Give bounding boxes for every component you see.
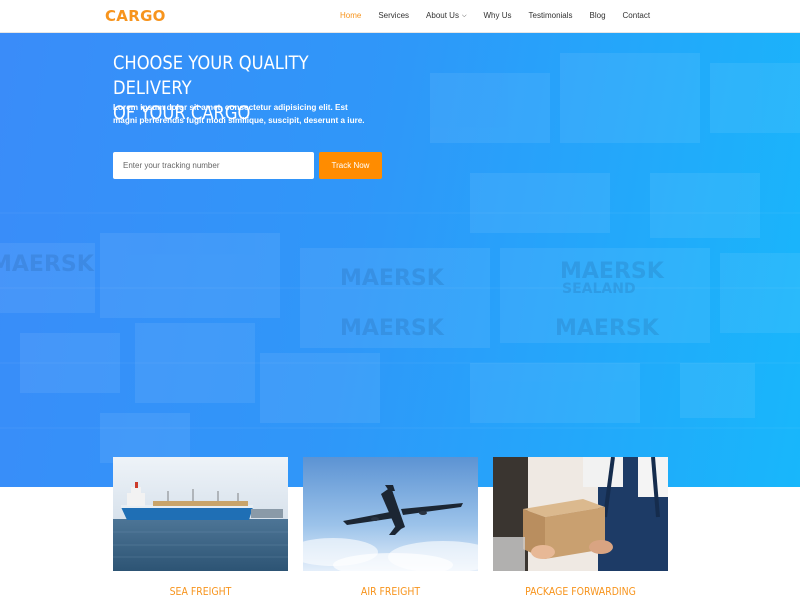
- chevron-down-icon: ⌵: [461, 13, 467, 19]
- nav-item-why-us[interactable]: Why Us: [484, 11, 512, 21]
- nav-item-contact[interactable]: Contact: [623, 11, 651, 21]
- main-nav: Home Services About Us ⌵ Why Us Testimoni…: [340, 11, 650, 21]
- bg-word-5: MAERSK: [0, 252, 95, 277]
- service-title-package-forwarding: PACKAGE FORWARDING: [525, 585, 636, 598]
- hero-description: Lorem ipsum dolor sit amet, consectetur …: [113, 103, 365, 125]
- site-logo[interactable]: CARGO: [105, 7, 166, 25]
- nav-item-testimonials[interactable]: Testimonials: [529, 11, 573, 21]
- airplane-image: [303, 457, 478, 571]
- bg-word-1: MAERSK: [340, 266, 445, 291]
- service-card-package-forwarding[interactable]: PACKAGE FORWARDING: [493, 457, 668, 598]
- bg-word-6: SEALAND: [562, 281, 636, 297]
- package-handoff-image: [493, 457, 668, 571]
- nav-item-about-us[interactable]: About Us ⌵: [426, 11, 466, 21]
- top-navbar: CARGO Home Services About Us ⌵ Why Us Tes…: [0, 0, 800, 33]
- service-title-air-freight: AIR FREIGHT: [360, 585, 421, 598]
- service-title-sea-freight: SEA FREIGHT: [169, 585, 232, 598]
- service-card-sea-freight[interactable]: SEA FREIGHT: [113, 457, 288, 598]
- bg-word-4: MAERSK: [555, 316, 660, 341]
- track-now-button[interactable]: Track Now: [319, 152, 382, 179]
- hero-title-line1: CHOOSE YOUR QUALITY DELIVERY: [113, 52, 309, 99]
- nav-item-home[interactable]: Home: [340, 11, 361, 21]
- tracking-number-input[interactable]: [113, 152, 314, 179]
- bg-word-3: MAERSK: [340, 316, 445, 341]
- hero-section: MAERSK MAERSK MAERSK MAERSK MAERSK SEALA…: [0, 33, 800, 487]
- nav-item-services[interactable]: Services: [378, 11, 409, 21]
- ship-image: [113, 457, 288, 571]
- nav-item-blog[interactable]: Blog: [590, 11, 606, 21]
- nav-item-about-us-label: About Us: [426, 11, 459, 20]
- service-card-air-freight[interactable]: AIR FREIGHT: [303, 457, 478, 598]
